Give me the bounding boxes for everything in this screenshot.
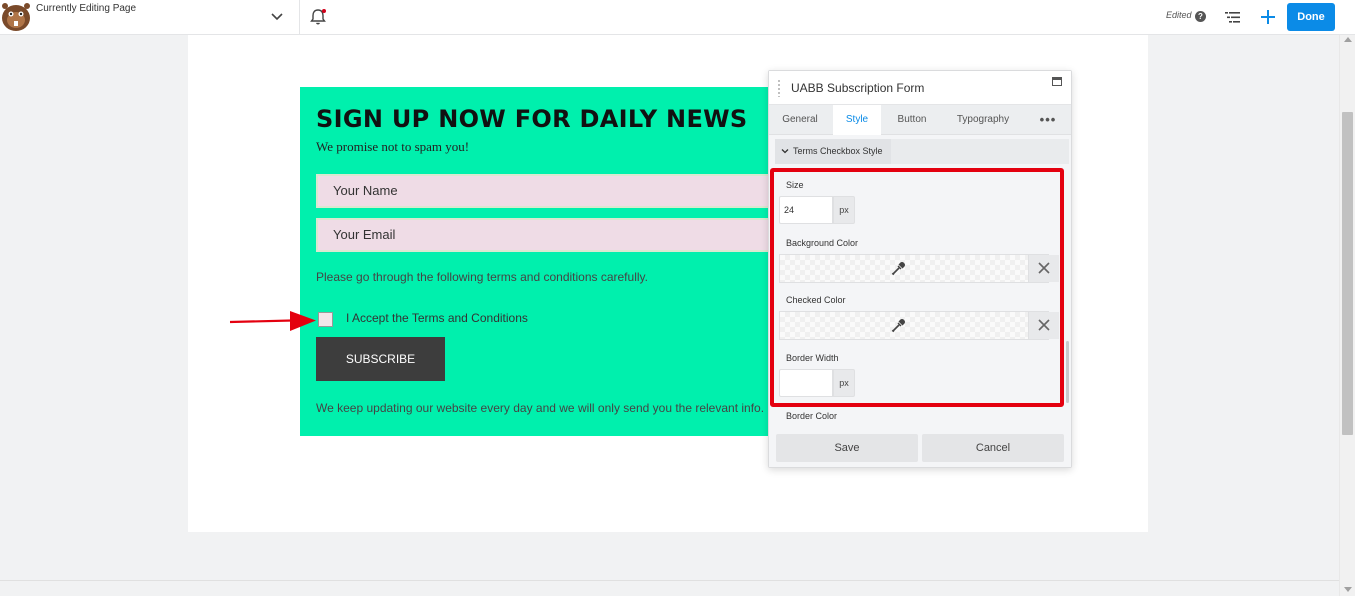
page-title: Currently Editing Page — [36, 3, 137, 14]
checked-color-label: Checked Color — [786, 295, 846, 305]
cancel-button[interactable]: Cancel — [922, 434, 1064, 462]
help-icon[interactable]: ? — [1195, 11, 1206, 22]
drag-handle-icon[interactable] — [777, 79, 781, 97]
tab-typography[interactable]: Typography — [949, 105, 1017, 135]
subscription-form-module[interactable]: SIGN UP NOW FOR DAILY NEWS We promise no… — [300, 87, 790, 436]
notifications-bell-icon[interactable] — [308, 7, 328, 27]
size-label: Size — [786, 180, 804, 190]
subscribe-button[interactable]: SUBSCRIBE — [316, 337, 445, 381]
clear-background-color-button[interactable] — [1028, 255, 1059, 282]
panel-scrollbar[interactable] — [1066, 341, 1069, 403]
terms-checkbox[interactable] — [318, 312, 333, 327]
border-color-label: Border Color — [786, 411, 838, 421]
border-width-label: Border Width — [786, 353, 839, 363]
add-content-plus-icon[interactable] — [1258, 7, 1278, 27]
border-width-input[interactable] — [779, 369, 833, 397]
panel-footer: Save Cancel — [769, 427, 1071, 467]
tab-more-icon[interactable]: ••• — [1037, 105, 1059, 135]
close-icon — [1038, 262, 1050, 274]
panel-title: UABB Subscription Form — [791, 81, 925, 95]
eyedropper-icon[interactable] — [890, 261, 906, 277]
bottom-divider — [0, 580, 1339, 581]
eyedropper-icon[interactable] — [890, 318, 906, 334]
chevron-down-icon[interactable] — [270, 9, 284, 23]
size-unit: px — [833, 196, 855, 224]
toolbar-divider — [299, 0, 300, 35]
section-header[interactable]: Terms Checkbox Style — [775, 139, 1069, 164]
background-color-picker[interactable] — [779, 254, 1059, 283]
terms-checkbox-label[interactable]: I Accept the Terms and Conditions — [346, 311, 528, 325]
tab-style[interactable]: Style — [833, 105, 881, 135]
page-scrollbar[interactable] — [1339, 35, 1355, 596]
outline-list-icon[interactable] — [1224, 9, 1242, 25]
beaver-logo-icon — [2, 3, 30, 31]
scroll-up-icon[interactable] — [1344, 37, 1352, 42]
panel-header[interactable]: UABB Subscription Form — [769, 71, 1071, 105]
form-footer-note: We keep updating our website every day a… — [316, 401, 765, 415]
form-subheading: We promise not to spam you! — [316, 139, 470, 154]
terms-intro-text: Please go through the following terms an… — [316, 270, 648, 284]
section-toggle[interactable]: Terms Checkbox Style — [775, 139, 891, 164]
form-heading: SIGN UP NOW FOR DAILY NEWS — [316, 105, 748, 133]
border-width-unit: px — [833, 369, 855, 397]
scrollbar-thumb[interactable] — [1342, 112, 1353, 435]
maximize-icon[interactable] — [1052, 77, 1062, 86]
name-input[interactable]: Your Name — [316, 174, 790, 208]
tab-button[interactable]: Button — [890, 105, 934, 135]
edited-status: Edited — [1166, 10, 1192, 20]
tab-general[interactable]: General — [777, 105, 823, 135]
red-arrow-annotation-icon — [229, 311, 316, 331]
save-button[interactable]: Save — [776, 434, 918, 462]
email-input[interactable]: Your Email — [316, 218, 790, 252]
clear-checked-color-button[interactable] — [1028, 312, 1059, 339]
background-color-label: Background Color — [786, 238, 859, 248]
settings-panel: UABB Subscription Form General Style But… — [768, 70, 1072, 468]
checked-color-picker[interactable] — [779, 311, 1059, 340]
done-button[interactable]: Done — [1287, 3, 1335, 31]
size-input[interactable]: 24 — [779, 196, 833, 224]
top-toolbar: Currently Editing Page Edited ? Done — [0, 0, 1355, 35]
chevron-down-icon — [781, 149, 789, 154]
scroll-down-icon[interactable] — [1344, 587, 1352, 592]
section-title: Terms Checkbox Style — [793, 146, 883, 156]
panel-tabs: General Style Button Typography ••• — [769, 105, 1071, 135]
close-icon — [1038, 319, 1050, 331]
